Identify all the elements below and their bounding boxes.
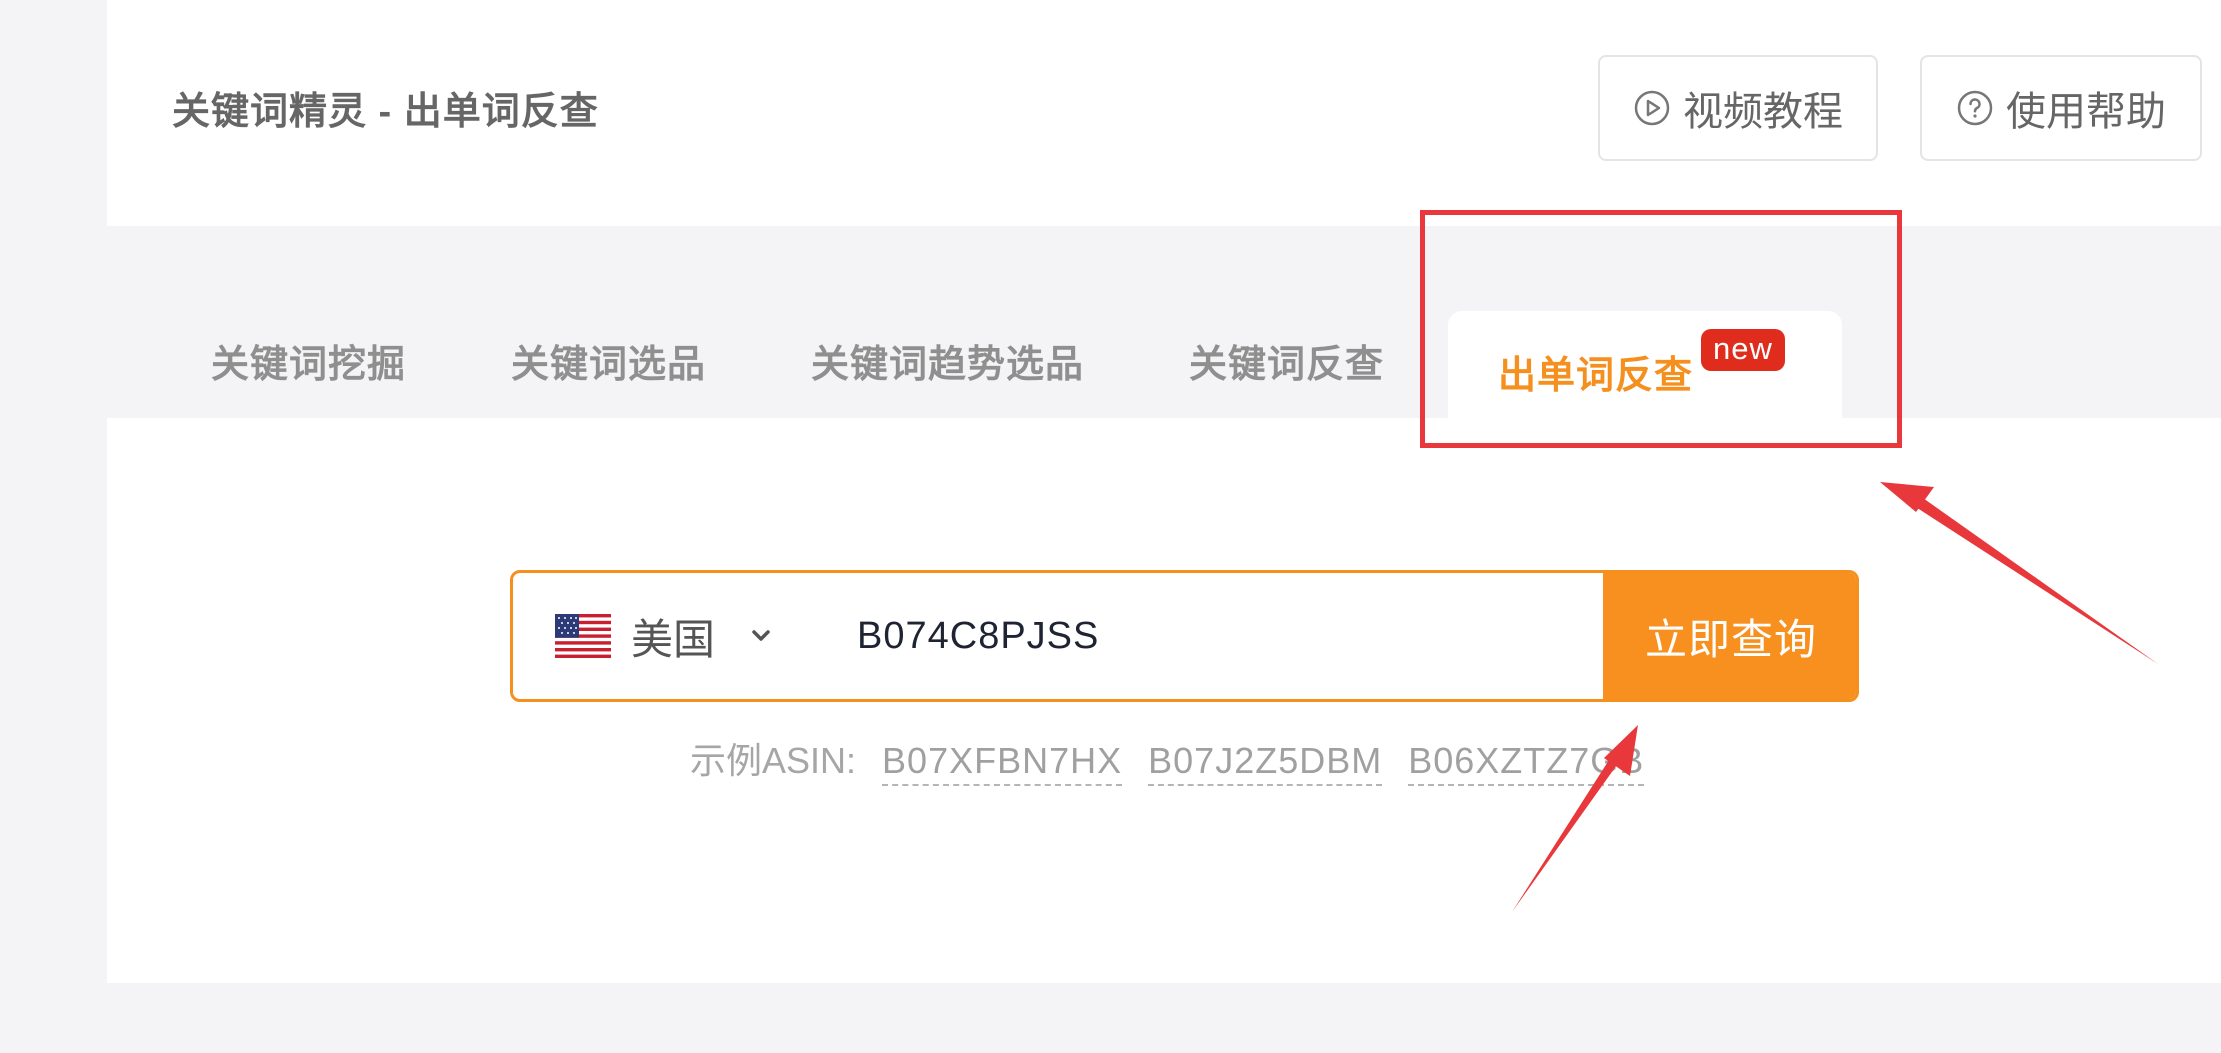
example-asin-link[interactable]: B07J2Z5DBM — [1148, 740, 1383, 786]
search-submit-button[interactable]: 立即查询 — [1603, 573, 1856, 699]
help-label: 使用帮助 — [2006, 90, 2166, 134]
search-panel: 美国 立即查询 示例ASIN: B07XFBN7HX B07J2Z5DBM B0… — [107, 418, 2221, 983]
example-asins-label: 示例ASIN: — [690, 740, 857, 781]
us-flag-icon — [555, 614, 611, 658]
country-name: 美国 — [631, 615, 716, 663]
example-asin-link[interactable]: B07XFBN7HX — [882, 740, 1123, 786]
search-bar: 美国 立即查询 — [510, 570, 1859, 702]
video-tutorial-button[interactable]: 视频教程 — [1598, 55, 1878, 161]
page-title: 关键词精灵 - 出单词反查 — [172, 91, 599, 133]
page: 关键词精灵 - 出单词反查 视频教程 使用帮助 关键词挖掘 关键词选品 关键词趋… — [0, 0, 2221, 1053]
country-select[interactable]: 美国 — [513, 573, 857, 699]
help-button[interactable]: 使用帮助 — [1920, 55, 2202, 161]
tab-keyword-mining[interactable]: 关键词挖掘 — [211, 333, 406, 388]
example-asin-link[interactable]: B06XZTZ7GB — [1408, 740, 1645, 786]
question-circle-icon — [1957, 90, 1993, 126]
asin-input[interactable] — [857, 573, 1603, 699]
tab-keyword-trend-selection[interactable]: 关键词趋势选品 — [811, 333, 1084, 388]
tab-keyword-selection[interactable]: 关键词选品 — [511, 333, 706, 388]
play-circle-icon — [1634, 90, 1670, 126]
chevron-down-icon — [752, 630, 770, 641]
annotation-highlight-box — [1420, 210, 1902, 448]
example-asins: 示例ASIN: B07XFBN7HX B07J2Z5DBM B06XZTZ7GB — [690, 732, 1645, 786]
tab-strip: 关键词挖掘 关键词选品 关键词趋势选品 关键词反查 出单词反查 new — [107, 226, 2221, 418]
video-tutorial-label: 视频教程 — [1683, 90, 1843, 134]
tab-keyword-reverse-lookup[interactable]: 关键词反查 — [1189, 333, 1384, 388]
